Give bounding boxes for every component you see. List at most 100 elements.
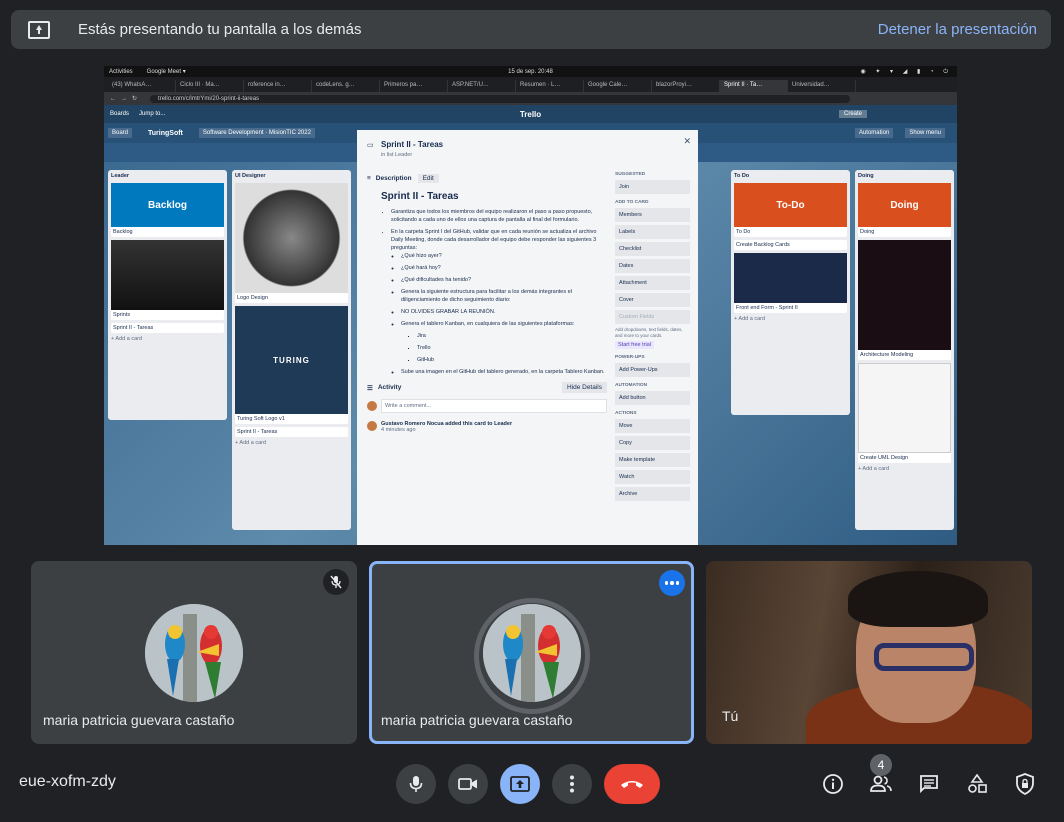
browser-tab: (43) WhatsA…	[108, 80, 176, 92]
people-button[interactable]	[867, 770, 895, 798]
avatar	[367, 401, 377, 411]
activity-header: ☰ Activity Hide Details	[367, 382, 607, 393]
add-card: + Add a card	[111, 336, 143, 342]
more-options-button[interactable]	[659, 570, 685, 596]
move-button: Move	[615, 419, 690, 433]
card-sidebar: SUGGESTED Join ADD TO CARD Members Label…	[615, 166, 690, 504]
browser-tab: Universidad…	[788, 80, 856, 92]
hang-up-icon	[621, 781, 643, 788]
trello-create-button: Create	[838, 110, 867, 118]
list-leader: Leader Backlog Backlog Sprints Sprint II…	[108, 170, 227, 420]
camera-icon	[458, 778, 477, 790]
activities-label: Activities	[109, 68, 133, 75]
platform-item: Jira	[417, 332, 607, 340]
list-card: Sprint II - Tareas	[235, 427, 348, 437]
dates-button: Dates	[615, 259, 690, 273]
sub-bullet: NO OLVIDES GRABAR LA REUNIÓN.	[401, 308, 607, 316]
card-list-info: in list Leader	[381, 152, 413, 158]
os-top-bar: Activities Google Meet ▾ 15 de sep. 20:4…	[104, 66, 957, 77]
stop-presenting-button[interactable]: Detener la presentación	[878, 21, 1037, 38]
participant-tile[interactable]: maria patricia guevara castaño	[31, 561, 357, 744]
list-card: Front end Form - Sprint II	[734, 253, 847, 313]
board-menu: Board	[108, 128, 133, 138]
bullet-text: Genera el tablero Kanban, en cualquiera …	[401, 321, 575, 327]
participant-name: maria patricia guevara castaño	[381, 712, 573, 728]
browser-tab: blazorProyi…	[652, 80, 720, 92]
trello-logo: Trello	[519, 109, 542, 119]
app-menu: Google Meet ▾	[146, 69, 186, 75]
browser-tab: Ciclo III · Ma…	[176, 80, 244, 92]
mic-off-icon	[323, 569, 349, 595]
edit-button: Edit	[417, 174, 439, 183]
sub-bullet: Genera la siguiente estructura para faci…	[401, 288, 607, 304]
list-card: To-Do To Do	[734, 183, 847, 237]
card-title: To Do	[736, 229, 751, 235]
more-vert-icon	[570, 775, 574, 793]
sidebar-heading: ADD TO CARD	[615, 200, 649, 205]
list-title: Leader	[111, 173, 130, 179]
self-video-tile[interactable]: Tú	[706, 561, 1032, 744]
add-card: + Add a card	[734, 316, 766, 322]
microphone-button[interactable]	[396, 764, 436, 804]
participant-tile-pinned[interactable]: maria patricia guevara castaño	[369, 561, 694, 744]
card-cover: Backlog	[111, 183, 224, 227]
card-cover: To-Do	[734, 183, 847, 227]
list-card: Logo Design	[235, 183, 348, 303]
list-title: Doing	[858, 173, 874, 179]
chat-icon	[920, 775, 938, 794]
avatar	[367, 421, 377, 431]
chat-button[interactable]	[915, 770, 943, 798]
dot-icon	[664, 581, 669, 585]
host-controls-button[interactable]	[1011, 770, 1039, 798]
activities-button[interactable]	[963, 770, 991, 798]
sidebar-heading: ACTIONS	[615, 411, 637, 416]
browser-tabs: (43) WhatsA… Ciclo III · Ma… roference i…	[104, 77, 957, 92]
more-options-button[interactable]	[552, 764, 592, 804]
description-label: Description	[375, 175, 412, 182]
bullet-text: En la carpeta Sprint I del GitHub, valid…	[391, 229, 597, 251]
checklist-button: Checklist	[615, 242, 690, 256]
participant-name: Tú	[722, 708, 739, 724]
close-icon: ✕	[683, 136, 691, 146]
platform-item: Trello	[417, 344, 607, 352]
leave-call-button[interactable]	[604, 764, 660, 804]
list-title: UI Designer	[235, 173, 266, 179]
meeting-details-button[interactable]	[819, 770, 847, 798]
card-image	[858, 240, 951, 350]
trello-board: Leader Backlog Backlog Sprints Sprint II…	[104, 130, 957, 545]
attachment-button: Attachment	[615, 276, 690, 290]
add-power-ups-button: Add Power-Ups	[615, 363, 690, 377]
present-button[interactable]	[500, 764, 540, 804]
description-icon: ≡	[367, 175, 371, 182]
list-card: Doing Doing	[858, 183, 951, 237]
list-card: Backlog Backlog	[111, 183, 224, 237]
sidebar-heading: SUGGESTED	[615, 172, 646, 177]
video-person-hair	[848, 571, 988, 627]
camera-button[interactable]	[448, 764, 488, 804]
present-screen-icon	[28, 20, 50, 39]
card-cover: Doing	[858, 183, 951, 227]
browser-tab: codeLens. g…	[312, 80, 380, 92]
boards-button: Boards	[110, 111, 130, 117]
copy-button: Copy	[615, 436, 690, 450]
sub-bullet: Sube una imagen en el GitHub del tablero…	[401, 368, 607, 376]
dot-icon	[670, 581, 674, 585]
list-title: To Do	[734, 173, 750, 179]
list-card: Create Backlog Cards	[734, 240, 847, 250]
question-item: ¿Qué hizo ayer?	[401, 252, 607, 260]
card-cover: TURING	[235, 306, 348, 414]
card-title: Sprint II - Tareas	[237, 429, 278, 435]
video-person-glasses	[874, 643, 974, 671]
card-title: Turing Soft Logo v1	[237, 416, 285, 422]
microphone-icon	[409, 776, 423, 792]
address-bar: ←→↻ trello.com/c/lmtrYmi/20-sprint-ii-ta…	[104, 92, 957, 105]
card-image	[111, 240, 224, 310]
activity-label: Activity	[377, 384, 402, 391]
card-image	[235, 183, 348, 293]
custom-fields-note: Add dropdowns, text fields, dates, and m…	[615, 327, 683, 338]
card-image	[734, 253, 847, 303]
sidebar-heading: POWER-UPS	[615, 355, 645, 360]
card-title: Create Backlog Cards	[736, 242, 790, 248]
meeting-code: eue-xofm-zdy	[19, 773, 116, 790]
board-name: TuringSoft	[148, 129, 183, 137]
